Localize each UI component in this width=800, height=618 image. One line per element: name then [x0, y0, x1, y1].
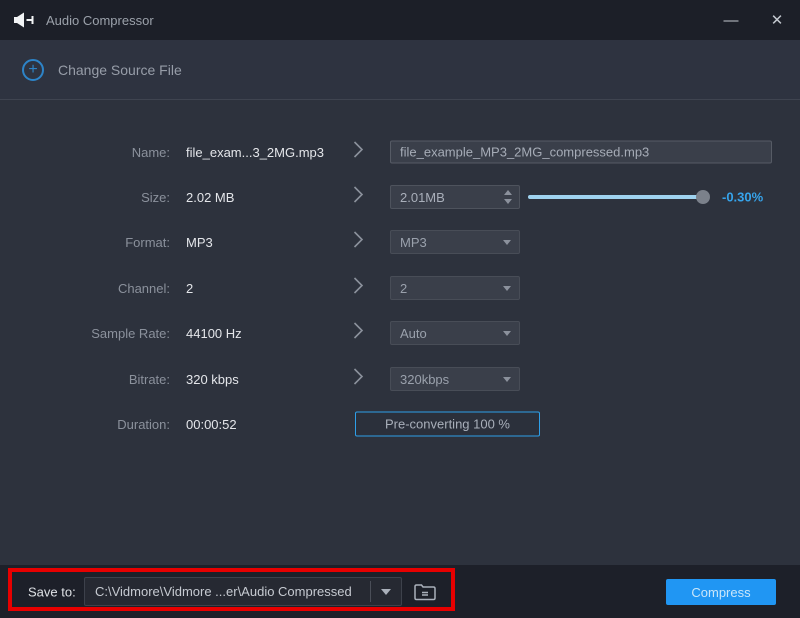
dropdown-arrow-icon [503, 240, 511, 245]
slider-thumb[interactable] [696, 190, 710, 204]
bitrate-label: Bitrate: [0, 372, 170, 387]
minimize-button[interactable]: — [708, 0, 754, 40]
change-source-file-button[interactable]: Change Source File [58, 62, 182, 78]
channel-select[interactable]: 2 [390, 276, 520, 300]
speaker-compress-icon [14, 12, 36, 28]
save-path-value[interactable]: C:\Vidmore\Vidmore ...er\Audio Compresse… [85, 584, 370, 599]
source-toolbar: + Change Source File [0, 40, 800, 100]
window-title: Audio Compressor [46, 13, 154, 28]
bitrate-select[interactable]: 320kbps [390, 367, 520, 391]
bitrate-source-value: 320 kbps [186, 372, 239, 387]
dropdown-arrow-icon [503, 377, 511, 382]
close-button[interactable]: ✕ [754, 0, 800, 40]
browse-folder-button[interactable] [410, 579, 440, 605]
chevron-right-icon [353, 277, 364, 300]
channel-label: Channel: [0, 281, 170, 296]
step-down-icon[interactable] [504, 199, 512, 204]
save-to-label: Save to: [28, 584, 76, 599]
output-name-input[interactable] [390, 141, 772, 164]
format-label: Format: [0, 235, 170, 250]
sample-rate-row: Sample Rate: 44100 Hz Auto [0, 318, 800, 348]
footer-bar: Save to: C:\Vidmore\Vidmore ...er\Audio … [0, 565, 800, 618]
duration-row: Duration: 00:00:52 Pre-converting 100 % [0, 409, 800, 439]
pre-converting-button[interactable]: Pre-converting 100 % [355, 412, 540, 437]
audio-compressor-window: Audio Compressor — ✕ + Change Source Fil… [0, 0, 800, 618]
format-source-value: MP3 [186, 235, 213, 250]
size-change-percent: -0.30% [722, 190, 763, 205]
sample-rate-label: Sample Rate: [0, 326, 170, 341]
sample-rate-selected-value: Auto [391, 326, 503, 341]
format-row: Format: MP3 MP3 [0, 227, 800, 257]
channel-row: Channel: 2 2 [0, 273, 800, 303]
duration-source-value: 00:00:52 [186, 417, 237, 432]
chevron-right-icon [353, 186, 364, 209]
bitrate-row: Bitrate: 320 kbps 320kbps [0, 364, 800, 394]
add-circle-icon[interactable]: + [22, 59, 44, 81]
chevron-right-icon [353, 141, 364, 164]
dropdown-arrow-icon [503, 286, 511, 291]
format-selected-value: MP3 [391, 235, 503, 250]
folder-icon [413, 582, 437, 602]
size-row: Size: 2.02 MB -0.30% [0, 182, 800, 212]
chevron-right-icon [353, 322, 364, 345]
name-source-value: file_exam...3_2MG.mp3 [186, 145, 324, 160]
channel-selected-value: 2 [391, 281, 503, 296]
dropdown-arrow-icon [381, 589, 391, 595]
slider-track[interactable] [528, 195, 708, 199]
format-select[interactable]: MP3 [390, 230, 520, 254]
sample-rate-select[interactable]: Auto [390, 321, 520, 345]
chevron-right-icon [353, 231, 364, 254]
dropdown-arrow-icon [503, 331, 511, 336]
size-label: Size: [0, 190, 170, 205]
name-label: Name: [0, 145, 170, 160]
step-up-icon[interactable] [504, 190, 512, 195]
name-row: Name: file_exam...3_2MG.mp3 [0, 137, 800, 167]
path-dropdown-button[interactable] [371, 589, 401, 595]
bitrate-selected-value: 320kbps [391, 372, 503, 387]
title-bar: Audio Compressor — ✕ [0, 0, 800, 40]
size-source-value: 2.02 MB [186, 190, 234, 205]
save-path-combobox[interactable]: C:\Vidmore\Vidmore ...er\Audio Compresse… [84, 577, 402, 606]
target-size-input[interactable] [391, 190, 497, 205]
channel-source-value: 2 [186, 281, 193, 296]
target-size-stepper[interactable] [390, 185, 520, 209]
size-slider[interactable] [528, 190, 708, 204]
chevron-right-icon [353, 368, 364, 391]
duration-label: Duration: [0, 417, 170, 432]
stepper-arrows[interactable] [497, 190, 519, 204]
compress-button[interactable]: Compress [666, 579, 776, 605]
sample-rate-source-value: 44100 Hz [186, 326, 242, 341]
